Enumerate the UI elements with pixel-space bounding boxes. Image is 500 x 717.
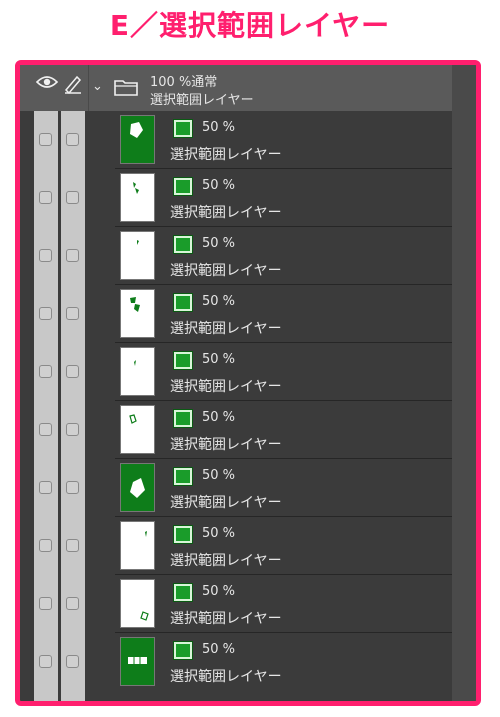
layer-row[interactable]: 50 % 選択範囲レイヤー bbox=[20, 111, 452, 169]
eye-icon[interactable] bbox=[36, 75, 58, 89]
layer-row[interactable]: 50 % 選択範囲レイヤー bbox=[20, 343, 452, 401]
layer-row[interactable]: 50 % 選択範囲レイヤー bbox=[20, 459, 452, 517]
layer-panel: ⌄ 100 %通常 選択範囲レイヤー 50 % 選択範囲レイヤー 50 % 選択… bbox=[15, 60, 481, 706]
visibility-checkbox[interactable] bbox=[39, 539, 52, 552]
pen-icon[interactable] bbox=[63, 74, 83, 94]
layer-opacity: 50 % bbox=[202, 178, 236, 193]
layer-opacity: 50 % bbox=[202, 236, 236, 251]
layer-name: 選択範囲レイヤー bbox=[170, 553, 282, 569]
visibility-checkbox[interactable] bbox=[39, 481, 52, 494]
selection-mask-icon bbox=[173, 235, 193, 254]
layer-opacity: 50 % bbox=[202, 642, 236, 657]
selection-mask-icon bbox=[173, 409, 193, 428]
selection-mask-icon bbox=[173, 641, 193, 660]
visibility-checkbox[interactable] bbox=[39, 191, 52, 204]
visibility-checkbox[interactable] bbox=[39, 307, 52, 320]
folder-name: 選択範囲レイヤー bbox=[150, 93, 254, 108]
header-divider bbox=[88, 65, 89, 111]
layer-opacity: 50 % bbox=[202, 294, 236, 309]
visibility-checkbox[interactable] bbox=[39, 133, 52, 146]
lock-checkbox[interactable] bbox=[66, 307, 79, 320]
layer-row[interactable]: 50 % 選択範囲レイヤー bbox=[20, 575, 452, 633]
layer-thumbnail[interactable] bbox=[120, 579, 155, 628]
folder-icon bbox=[114, 80, 138, 96]
visibility-checkbox[interactable] bbox=[39, 365, 52, 378]
layer-opacity: 50 % bbox=[202, 468, 236, 483]
layer-opacity: 50 % bbox=[202, 410, 236, 425]
lock-checkbox[interactable] bbox=[66, 133, 79, 146]
visibility-checkbox[interactable] bbox=[39, 423, 52, 436]
layer-opacity: 50 % bbox=[202, 120, 236, 135]
layer-row[interactable]: 50 % 選択範囲レイヤー bbox=[20, 401, 452, 459]
visibility-checkbox[interactable] bbox=[39, 655, 52, 668]
layer-thumbnail[interactable] bbox=[120, 463, 155, 512]
lock-checkbox[interactable] bbox=[66, 249, 79, 262]
layer-name: 選択範囲レイヤー bbox=[170, 147, 282, 163]
layer-row[interactable]: 50 % 選択範囲レイヤー bbox=[20, 227, 452, 285]
layer-row[interactable]: 50 % 選択範囲レイヤー bbox=[20, 169, 452, 227]
lock-checkbox[interactable] bbox=[66, 539, 79, 552]
layer-name: 選択範囲レイヤー bbox=[170, 669, 282, 685]
visibility-checkbox[interactable] bbox=[39, 597, 52, 610]
lock-checkbox[interactable] bbox=[66, 191, 79, 204]
panel-scroll-area[interactable] bbox=[452, 65, 476, 701]
layer-thumbnail[interactable] bbox=[120, 173, 155, 222]
layer-name: 選択範囲レイヤー bbox=[170, 205, 282, 221]
layer-thumbnail[interactable] bbox=[120, 115, 155, 164]
layer-name: 選択範囲レイヤー bbox=[170, 611, 282, 627]
lock-checkbox[interactable] bbox=[66, 655, 79, 668]
layer-opacity: 50 % bbox=[202, 584, 236, 599]
layer-name: 選択範囲レイヤー bbox=[170, 495, 282, 511]
layer-row[interactable]: 50 % 選択範囲レイヤー bbox=[20, 633, 452, 691]
layer-name: 選択範囲レイヤー bbox=[170, 437, 282, 453]
layer-row[interactable]: 50 % 選択範囲レイヤー bbox=[20, 517, 452, 575]
lock-checkbox[interactable] bbox=[66, 481, 79, 494]
layer-thumbnail[interactable] bbox=[120, 347, 155, 396]
selection-mask-icon bbox=[173, 293, 193, 312]
visibility-checkbox[interactable] bbox=[39, 249, 52, 262]
layer-name: 選択範囲レイヤー bbox=[170, 263, 282, 279]
lock-checkbox[interactable] bbox=[66, 423, 79, 436]
lock-checkbox[interactable] bbox=[66, 365, 79, 378]
layer-thumbnail[interactable] bbox=[120, 289, 155, 338]
selection-mask-icon bbox=[173, 177, 193, 196]
page-title: E／選択範囲レイヤー bbox=[109, 9, 391, 42]
folder-header[interactable]: ⌄ 100 %通常 選択範囲レイヤー bbox=[20, 65, 452, 111]
layer-opacity: 50 % bbox=[202, 352, 236, 367]
layer-thumbnail[interactable] bbox=[120, 405, 155, 454]
layer-thumbnail[interactable] bbox=[120, 637, 155, 686]
layer-row[interactable]: 50 % 選択範囲レイヤー bbox=[20, 285, 452, 343]
layer-opacity: 50 % bbox=[202, 526, 236, 541]
selection-mask-icon bbox=[173, 119, 193, 138]
selection-mask-icon bbox=[173, 351, 193, 370]
layer-name: 選択範囲レイヤー bbox=[170, 321, 282, 337]
selection-mask-icon bbox=[173, 583, 193, 602]
lock-checkbox[interactable] bbox=[66, 597, 79, 610]
layer-thumbnail[interactable] bbox=[120, 521, 155, 570]
selection-mask-icon bbox=[173, 525, 193, 544]
layer-thumbnail[interactable] bbox=[120, 231, 155, 280]
selection-mask-icon bbox=[173, 467, 193, 486]
chevron-down-icon[interactable]: ⌄ bbox=[92, 79, 103, 94]
layer-name: 選択範囲レイヤー bbox=[170, 379, 282, 395]
folder-blend-mode: 100 %通常 bbox=[150, 75, 218, 90]
